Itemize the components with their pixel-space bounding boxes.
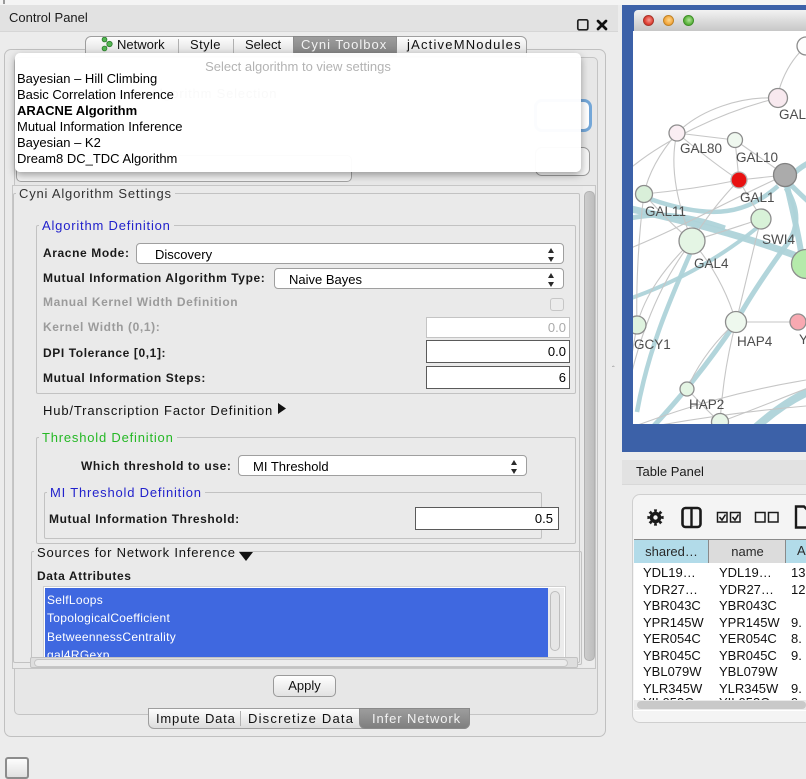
svg-text:GAL11: GAL11: [645, 204, 686, 219]
svg-text:GAL4: GAL4: [694, 256, 729, 271]
svg-text:Y: Y: [799, 332, 806, 347]
svg-text:GAL2: GAL2: [779, 107, 806, 122]
svg-text:HAP4: HAP4: [737, 334, 773, 349]
svg-text:GAL1: GAL1: [740, 190, 775, 205]
svg-text:HAP2: HAP2: [689, 397, 724, 412]
svg-text:SWI4: SWI4: [762, 232, 795, 247]
svg-text:GAL10: GAL10: [736, 150, 778, 165]
svg-text:GCY1: GCY1: [634, 337, 671, 352]
svg-text:GAL80: GAL80: [680, 141, 722, 156]
